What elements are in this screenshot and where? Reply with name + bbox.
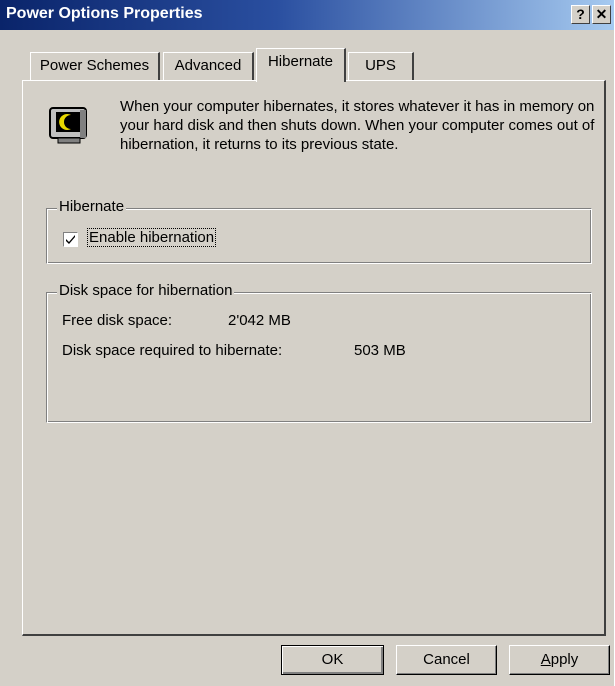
tab-hibernate[interactable]: Hibernate xyxy=(256,48,346,82)
required-disk-space-value: 503 MB xyxy=(354,342,406,359)
enable-hibernation-label[interactable]: Enable hibernation xyxy=(86,228,217,247)
required-disk-space-label: Disk space required to hibernate: xyxy=(62,342,283,359)
tab-power-schemes[interactable]: Power Schemes xyxy=(30,52,160,80)
ok-button[interactable]: OK xyxy=(281,645,384,675)
apply-accelerator: A xyxy=(540,651,551,668)
apply-button[interactable]: Apply xyxy=(509,645,610,675)
hibernate-description: When your computer hibernates, it stores… xyxy=(120,98,595,153)
help-button[interactable]: ? xyxy=(571,5,590,24)
power-options-window: Power Options Properties ? ✕ Power Schem… xyxy=(0,0,614,686)
tab-advanced[interactable]: Advanced xyxy=(163,52,254,80)
free-disk-space-value: 2'042 MB xyxy=(228,312,291,329)
enable-hibernation-checkbox[interactable] xyxy=(63,232,78,247)
window-title: Power Options Properties xyxy=(6,5,203,22)
tab-ups[interactable]: UPS xyxy=(348,52,414,80)
free-disk-space-label: Free disk space: xyxy=(62,312,173,329)
apply-label-rest: pply xyxy=(550,651,579,668)
disk-space-group-legend: Disk space for hibernation xyxy=(57,282,235,299)
monitor-moon-icon xyxy=(44,100,94,150)
checkmark-icon xyxy=(66,235,75,244)
title-bar[interactable]: Power Options Properties ? ✕ xyxy=(0,0,614,30)
cancel-button[interactable]: Cancel xyxy=(396,645,497,675)
hibernate-group-legend: Hibernate xyxy=(57,198,127,215)
close-button[interactable]: ✕ xyxy=(592,5,611,24)
